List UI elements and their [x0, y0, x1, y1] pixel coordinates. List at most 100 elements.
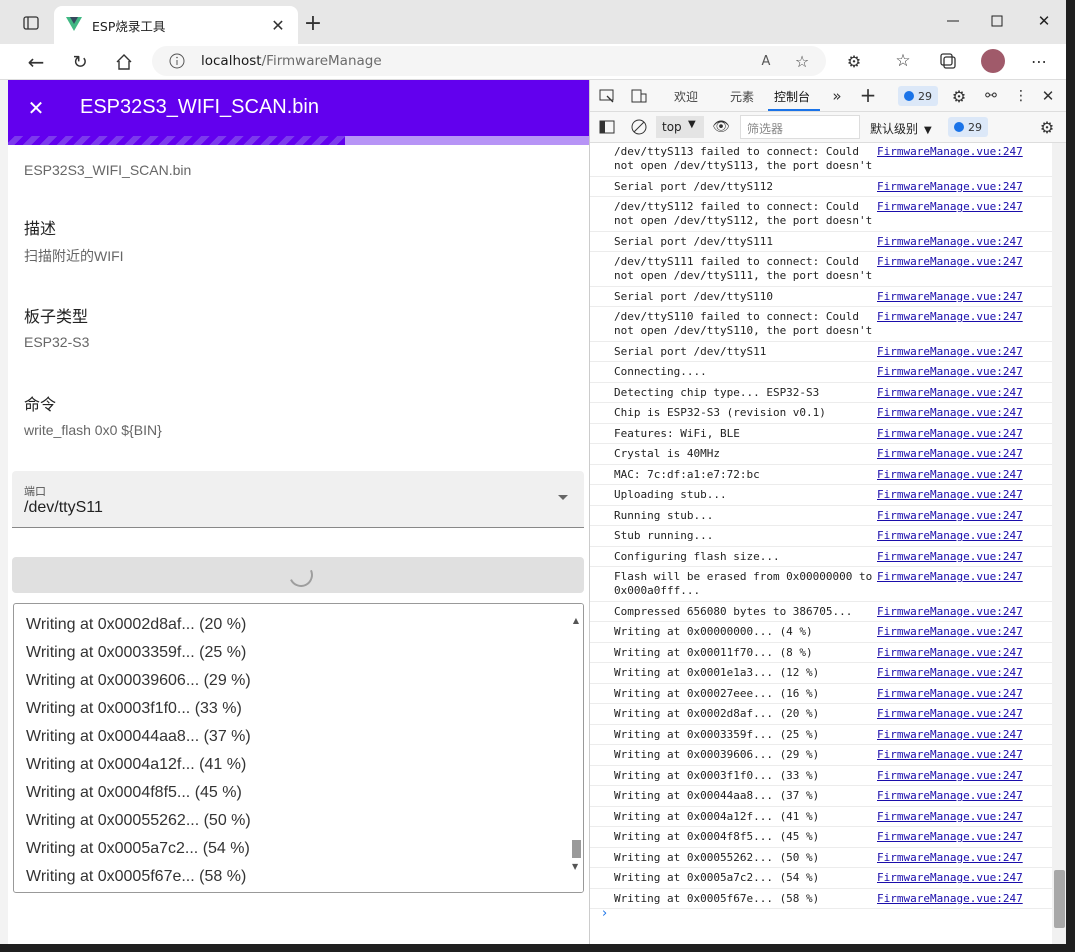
console-scroll-thumb[interactable] [1054, 870, 1065, 928]
console-message: Compressed 656080 bytes to 386705... [614, 604, 853, 618]
console-source-link[interactable]: FirmwareManage.vue:247 [877, 235, 1023, 249]
collections-icon[interactable] [937, 50, 959, 72]
console-source-link[interactable]: FirmwareManage.vue:247 [877, 529, 1023, 543]
live-expression-icon[interactable]: 👁 [712, 118, 730, 136]
console-source-link[interactable]: FirmwareManage.vue:247 [877, 200, 1023, 214]
console-source-link[interactable]: FirmwareManage.vue:247 [877, 145, 1023, 159]
console-divider [590, 422, 1052, 424]
scroll-thumb[interactable] [572, 840, 581, 858]
console-divider [590, 887, 1052, 889]
port-label: 端口 [24, 485, 46, 498]
tab-welcome[interactable]: 欢迎 [674, 88, 698, 105]
device-emulation-icon[interactable] [630, 87, 648, 105]
maximize-icon[interactable] [988, 12, 1006, 30]
console-source-link[interactable]: FirmwareManage.vue:247 [877, 810, 1023, 824]
console-message: Serial port /dev/ttyS11 [614, 344, 767, 358]
settings-icon[interactable]: ⚙ [950, 87, 968, 106]
read-aloud-icon[interactable]: A [756, 51, 776, 71]
console-message: Uploading stub... [614, 488, 727, 501]
close-icon[interactable]: ✕ [24, 96, 48, 120]
console-source-link[interactable]: FirmwareManage.vue:247 [877, 310, 1023, 324]
console-source-link[interactable]: FirmwareManage.vue:247 [877, 550, 1023, 564]
log-output[interactable]: ▲ ▼ Writing at 0x0002d8af... (20 %) Writi… [13, 603, 584, 893]
console-source-link[interactable]: FirmwareManage.vue:247 [877, 646, 1023, 660]
issues-badge-2[interactable]: 29 [948, 117, 988, 137]
scroll-up-icon[interactable]: ▲ [572, 616, 580, 625]
console-source-link[interactable]: FirmwareManage.vue:247 [877, 509, 1023, 523]
console-source-link[interactable]: FirmwareManage.vue:247 [877, 687, 1023, 701]
console-scrollbar[interactable] [1052, 143, 1066, 944]
tab-elements[interactable]: 元素 [730, 88, 754, 105]
scroll-down-icon[interactable]: ▼ [572, 862, 580, 871]
close-tab-icon[interactable]: ✕ [270, 16, 286, 35]
url-field[interactable]: localhost/FirmwareManage A ☆ [152, 46, 826, 76]
console-message: Chip is ESP32-S3 (revision v0.1) [614, 406, 826, 419]
info-icon[interactable] [168, 52, 186, 70]
console-source-link[interactable]: FirmwareManage.vue:247 [877, 427, 1023, 441]
console-source-link[interactable]: FirmwareManage.vue:247 [877, 255, 1023, 269]
flash-button[interactable] [12, 557, 584, 593]
console-source-link[interactable]: FirmwareManage.vue:247 [877, 180, 1023, 194]
console-source-link[interactable]: FirmwareManage.vue:247 [877, 748, 1023, 762]
console-divider [590, 463, 1052, 465]
inspect-icon[interactable] [598, 87, 616, 105]
console-source-link[interactable]: FirmwareManage.vue:247 [877, 769, 1023, 783]
console-source-link[interactable]: FirmwareManage.vue:247 [877, 605, 1023, 619]
console-source-link[interactable]: FirmwareManage.vue:247 [877, 892, 1023, 906]
log-scrollbar[interactable]: ▲ ▼ [569, 604, 583, 892]
console-source-link[interactable]: FirmwareManage.vue:247 [877, 468, 1023, 482]
favorite-add-icon[interactable]: ☆ [792, 51, 812, 71]
add-tab-icon[interactable]: + [858, 83, 878, 107]
more-tabs-icon[interactable]: » [828, 86, 846, 106]
tab-actions-icon[interactable] [22, 14, 40, 32]
console-source-link[interactable]: FirmwareManage.vue:247 [877, 290, 1023, 304]
customize-icon[interactable]: ⚯ [982, 87, 1000, 105]
extensions-icon[interactable]: ⚙ [843, 50, 865, 72]
more-icon[interactable]: ⋯ [1028, 50, 1050, 72]
close-window-icon[interactable]: ✕ [1034, 11, 1054, 31]
console-source-link[interactable]: FirmwareManage.vue:247 [877, 830, 1023, 844]
active-tab-indicator [768, 109, 820, 111]
log-line: Writing at 0x0005a7c2... (54 %) [26, 840, 250, 857]
console-source-link[interactable]: FirmwareManage.vue:247 [877, 707, 1023, 721]
refresh-icon[interactable]: ↻ [68, 50, 92, 74]
clear-console-icon[interactable] [630, 118, 648, 136]
sidebar-toggle-icon[interactable] [598, 118, 616, 136]
console-source-link[interactable]: FirmwareManage.vue:247 [877, 625, 1023, 639]
console-source-link[interactable]: FirmwareManage.vue:247 [877, 871, 1023, 885]
context-select[interactable]: top ▼ [656, 116, 704, 138]
port-select[interactable]: 端口 /dev/ttyS11 [12, 471, 584, 528]
console-source-link[interactable]: FirmwareManage.vue:247 [877, 666, 1023, 680]
avatar[interactable] [981, 49, 1005, 73]
console-divider [590, 285, 1052, 287]
favorites-icon[interactable]: ☆ [892, 50, 914, 72]
console-source-link[interactable]: FirmwareManage.vue:247 [877, 447, 1023, 461]
console-source-link[interactable]: FirmwareManage.vue:247 [877, 365, 1023, 379]
console-message: Writing at 0x0003359f... (25 %) [614, 727, 820, 741]
home-icon[interactable] [112, 50, 136, 74]
minimize-icon[interactable] [944, 12, 962, 30]
tab-console[interactable]: 控制台 [774, 88, 810, 105]
console-source-link[interactable]: FirmwareManage.vue:247 [877, 570, 1023, 584]
console-source-link[interactable]: FirmwareManage.vue:247 [877, 851, 1023, 865]
console-source-link[interactable]: FirmwareManage.vue:247 [877, 488, 1023, 502]
console-message: /dev/ttyS110 failed to connect: Could no… [614, 310, 873, 337]
browser-tab[interactable]: ESP烧录工具 ✕ [54, 6, 298, 44]
back-icon[interactable]: ← [24, 50, 48, 74]
filter-input[interactable]: 筛选器 [740, 115, 860, 139]
devtools-more-icon[interactable]: ⋮ [1012, 87, 1030, 105]
new-tab-icon[interactable]: + [302, 11, 324, 36]
port-value: /dev/ttyS11 [24, 499, 103, 516]
close-devtools-icon[interactable]: ✕ [1038, 86, 1058, 106]
console-source-link[interactable]: FirmwareManage.vue:247 [877, 345, 1023, 359]
console-source-link[interactable]: FirmwareManage.vue:247 [877, 728, 1023, 742]
log-line: Writing at 0x0004a12f... (41 %) [26, 756, 247, 773]
console-source-link[interactable]: FirmwareManage.vue:247 [877, 406, 1023, 420]
console-source-link[interactable]: FirmwareManage.vue:247 [877, 789, 1023, 803]
console-source-link[interactable]: FirmwareManage.vue:247 [877, 386, 1023, 400]
console-divider [590, 361, 1052, 362]
issues-badge[interactable]: 29 [898, 86, 938, 106]
level-select[interactable]: 默认级别 ▼ [870, 120, 932, 137]
console-prompt-icon[interactable]: › [602, 906, 607, 921]
console-settings-icon[interactable]: ⚙ [1038, 118, 1056, 137]
